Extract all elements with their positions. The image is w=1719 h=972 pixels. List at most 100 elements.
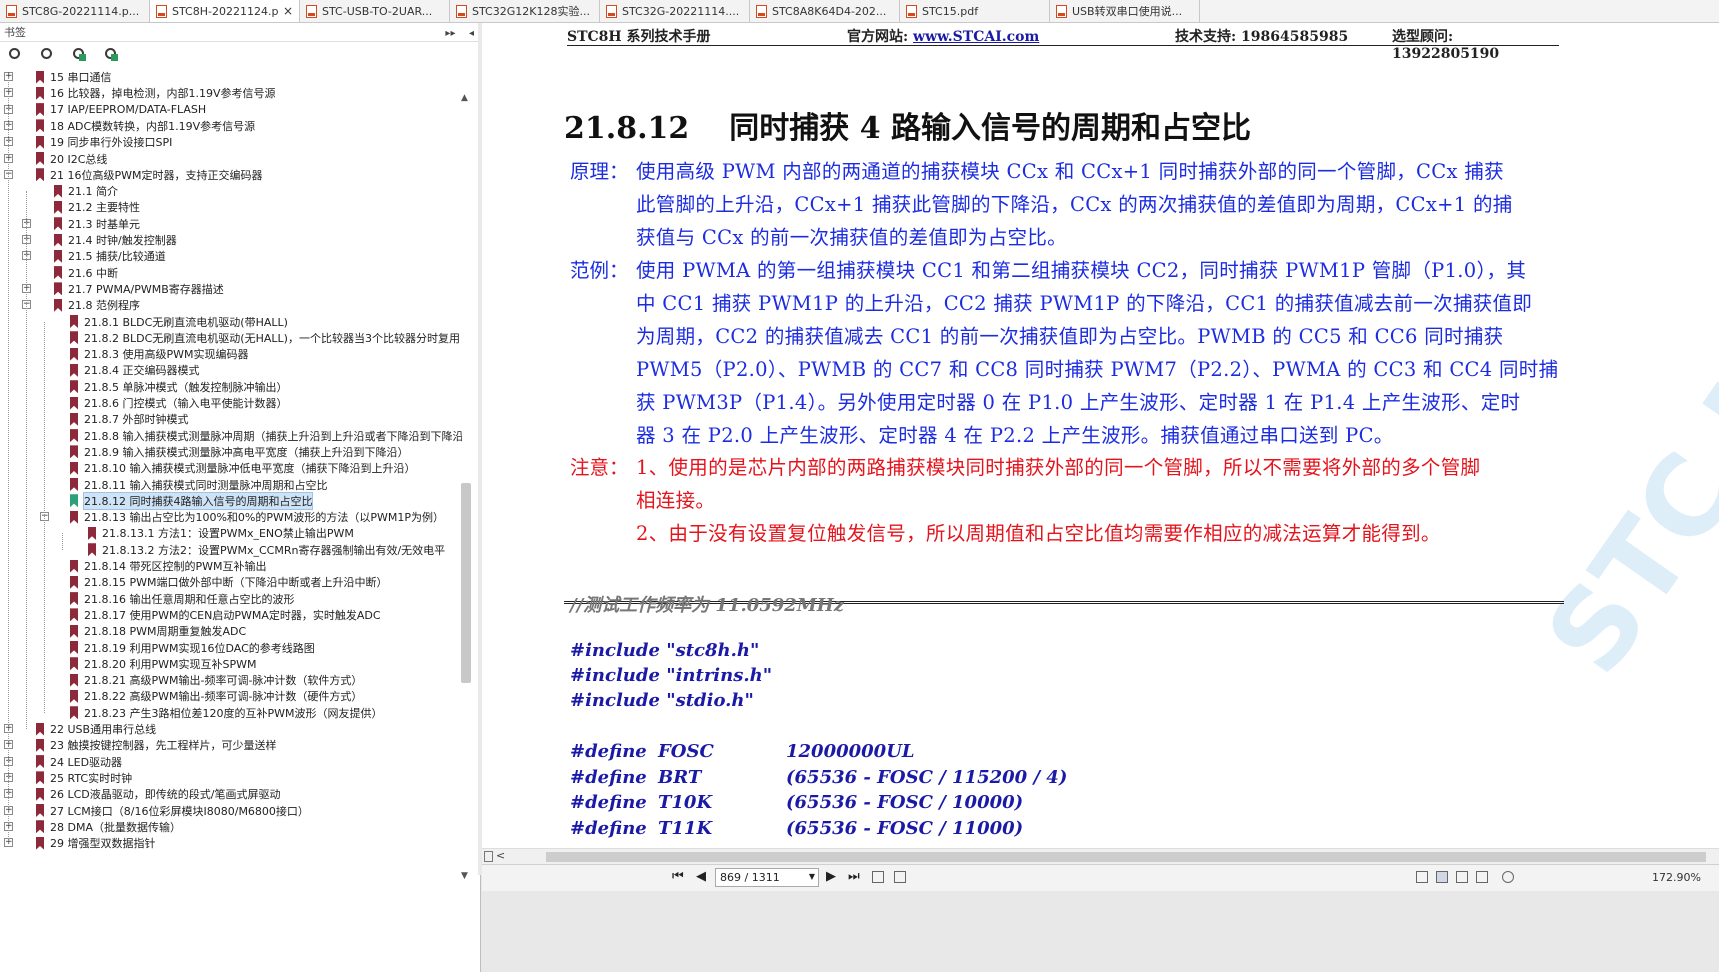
tab-1[interactable]: STC8H-20221124.pdf... ×: [150, 0, 300, 22]
tab-5[interactable]: STC8A8K64D4-202...: [750, 0, 900, 22]
panel-collapse-icon[interactable]: ◂: [469, 28, 474, 39]
bookmark-item[interactable]: +19 同步串行外设接口SPI: [0, 134, 172, 150]
hscroll-thumb[interactable]: [546, 852, 1706, 862]
scroll-down-icon[interactable]: ▼: [461, 871, 468, 881]
bookmark-item[interactable]: −21.8.13 输出占空比为100%和0%的PWM波形的方法（以PWM1P为例…: [0, 509, 444, 525]
bookmark-item[interactable]: 21.8.14 带死区控制的PWM互补输出: [0, 558, 266, 574]
prev-page-icon[interactable]: ◀: [696, 869, 706, 884]
panel-expand-icon[interactable]: ▸▸: [445, 28, 455, 39]
bookmark-label: 21.8.20 利用PWM实现互补SPWM: [84, 657, 257, 671]
principle-line: 获值与 CCx 的前一次捕获值的差值即为占空比。: [636, 226, 1067, 249]
site-link[interactable]: www.STCAI.com: [913, 29, 1039, 45]
pdf-file-icon: [6, 4, 17, 18]
bookmark-item[interactable]: 21.8.11 输入捕获模式同时测量脉冲周期和占空比: [0, 477, 327, 493]
example-line: 器 3 在 P2.0 上产生波形、定时器 4 在 P2.2 上产生波形。捕获值通…: [636, 424, 1394, 447]
horizontal-scrollbar[interactable]: <: [482, 848, 1719, 865]
bookmark-label: 21.8.4 正交编码器模式: [84, 364, 200, 378]
continuous-page-icon[interactable]: [1436, 871, 1448, 883]
tree-guide-line: [26, 191, 27, 729]
bookmark-item[interactable]: 21.2 主要特性: [0, 199, 140, 215]
tab-0[interactable]: STC8G-20221114.p...: [0, 0, 150, 22]
code-define-value: (65536 - FOSC / 10000): [786, 792, 1024, 813]
code-define-kw: #define: [570, 741, 647, 762]
bookmark-item[interactable]: −21 16位高级PWM定时器，支持正交编码器: [0, 167, 263, 183]
bookmark-icon: [70, 380, 78, 394]
bookmark-item[interactable]: 21.6 中断: [0, 265, 118, 281]
fit-page-icon[interactable]: [872, 871, 884, 883]
facing-page-icon[interactable]: [1456, 871, 1468, 883]
bookmark-label: 26 LCD液晶驱动，即传统的段式/笔画式屏驱动: [50, 788, 281, 802]
scroll-up-icon[interactable]: ▲: [461, 93, 468, 103]
bookmark-item[interactable]: +26 LCD液晶驱动，即传统的段式/笔画式屏驱动: [0, 786, 280, 802]
bookmark-item[interactable]: +16 比较器，掉电检测，内部1.19V参考信号源: [0, 85, 276, 101]
bookmark-icon: [36, 804, 44, 817]
bookmark-item[interactable]: +25 RTC实时时钟: [0, 770, 132, 786]
bookmark-item[interactable]: 21.8.17 使用PWM的CEN启动PWMA定时器，实时触发ADC: [0, 607, 381, 623]
bookmark-item[interactable]: 21.8.2 BLDC无刷直流电机驱动(无HALL)，一个比较器当3个比较器分时…: [0, 330, 460, 346]
bookmark-item[interactable]: +29 增强型双数据指针: [0, 835, 156, 851]
bookmark-item[interactable]: +21.5 捕获/比较通道: [0, 248, 166, 264]
pdf-file-icon: [606, 4, 617, 18]
tab-2[interactable]: STC-USB-TO-2UAR...: [300, 0, 450, 22]
first-page-icon[interactable]: ⏮: [672, 869, 684, 884]
bookmark-icon: [70, 624, 78, 638]
bookmark-item[interactable]: 21.8.12 同时捕获4路输入信号的周期和占空比: [0, 491, 314, 510]
code-define-name: T10K: [658, 792, 713, 813]
bookmark-item[interactable]: +18 ADC模数转换，内部1.19V参考信号源: [0, 118, 255, 134]
bookmark-item[interactable]: 21.8.13.2 方法2：设置PWMx_CCMRn寄存器强制输出有效/无效电平: [0, 542, 445, 558]
bookmark-item[interactable]: +15 串口通信: [0, 69, 112, 85]
bookmark-item[interactable]: 21.8.19 利用PWM实现16位DAC的参考线路图: [0, 640, 315, 656]
example-label: 范例：: [570, 259, 629, 282]
fit-width-icon[interactable]: [894, 871, 906, 883]
bookmark-add-icon[interactable]: [70, 45, 90, 65]
bookmark-item[interactable]: +24 LED驱动器: [0, 754, 122, 770]
bookmark-item[interactable]: +27 LCM接口（8/16位彩屏模块I8080/M6800接口）: [0, 803, 309, 819]
bookmark-item[interactable]: −21.8 范例程序: [0, 297, 140, 313]
continuous-facing-icon[interactable]: [1476, 871, 1488, 883]
close-icon[interactable]: ×: [283, 4, 293, 18]
last-page-icon[interactable]: ⏭: [848, 869, 860, 884]
tab-4[interactable]: STC32G-20221114....: [600, 0, 750, 22]
bookmark-item[interactable]: +23 触摸按键控制器，先工程样片，可少量送样: [0, 737, 277, 753]
bookmark-item[interactable]: 21.8.23 产生3路相位差120度的互补PWM波形（网友提供）: [0, 705, 382, 721]
bookmark-item[interactable]: +21.7 PWMA/PWMB寄存器描述: [0, 281, 224, 297]
scroll-left-icon[interactable]: <: [496, 849, 505, 862]
zoom-out-icon[interactable]: [1502, 871, 1514, 883]
bookmark-find-icon[interactable]: [38, 45, 58, 65]
bookmark-item[interactable]: 21.8.10 输入捕获模式测量脉冲低电平宽度（捕获下降沿到上升沿）: [0, 460, 415, 476]
bookmark-item[interactable]: +17 IAP/EEPROM/DATA-FLASH: [0, 102, 206, 118]
chevron-down-icon[interactable]: ▼: [809, 872, 815, 881]
bookmark-item[interactable]: +20 I2C总线: [0, 151, 107, 167]
bookmark-scrollbar[interactable]: ▲ ▼: [459, 93, 473, 883]
bookmark-item[interactable]: +21.3 时基单元: [0, 216, 140, 232]
single-page-icon[interactable]: [1416, 871, 1428, 883]
bookmark-item[interactable]: 21.8.13.1 方法1：设置PWMx_ENO禁止输出PWM: [0, 525, 354, 541]
bookmark-label: 19 同步串行外设接口SPI: [50, 136, 173, 150]
section-heading: 21.8.12 同时捕获 4 路输入信号的周期和占空比: [564, 103, 1251, 147]
bookmark-item[interactable]: 21.8.4 正交编码器模式: [0, 362, 199, 378]
bookmark-item[interactable]: 21.1 简介: [0, 183, 118, 199]
bookmark-item[interactable]: +28 DMA（批量数据传输）: [0, 819, 181, 835]
tab-7[interactable]: USB转双串口使用说...: [1050, 0, 1200, 22]
bookmark-item[interactable]: 21.8.22 高级PWM输出-频率可调-脉冲计数（硬件方式）: [0, 688, 362, 704]
bookmark-item[interactable]: +22 USB通用串行总线: [0, 721, 156, 737]
next-page-icon[interactable]: ▶: [826, 869, 836, 884]
bookmark-item[interactable]: 21.8.18 PWM周期重复触发ADC: [0, 623, 246, 639]
tab-6[interactable]: STC15.pdf: [900, 0, 1050, 22]
bookmark-search-icon[interactable]: [6, 45, 26, 65]
tab-label: STC8H-20221124.pdf...: [172, 4, 279, 18]
bookmark-icon: [54, 266, 62, 280]
bookmark-item[interactable]: 21.8.20 利用PWM实现互补SPWM: [0, 656, 256, 672]
bookmark-item[interactable]: 21.8.21 高级PWM输出-频率可调-脉冲计数（软件方式）: [0, 672, 362, 688]
scrollbar-thumb[interactable]: [461, 483, 471, 683]
bookmark-item[interactable]: 21.8.9 输入捕获模式测量脉冲高电平宽度（捕获上升沿到下降沿）: [0, 444, 408, 460]
tab-3[interactable]: STC32G12K128实验...: [450, 0, 600, 22]
bookmark-item[interactable]: 21.8.3 使用高级PWM实现编码器: [0, 346, 248, 362]
bookmark-goto-icon[interactable]: [102, 45, 122, 65]
bookmark-item[interactable]: 21.8.8 输入捕获模式测量脉冲周期（捕获上升沿到上升沿或者下降沿到下降沿）: [0, 428, 462, 444]
pdf-file-icon: [156, 4, 167, 18]
zoom-level[interactable]: 172.90%: [1652, 871, 1701, 884]
bookmark-item[interactable]: 21.8.7 外部时钟模式: [0, 411, 188, 427]
page-number-input[interactable]: 869 / 1311 ▼: [715, 868, 819, 887]
bookmark-item[interactable]: 21.8.15 PWM端口做外部中断（下降沿中断或者上升沿中断）: [0, 574, 387, 590]
